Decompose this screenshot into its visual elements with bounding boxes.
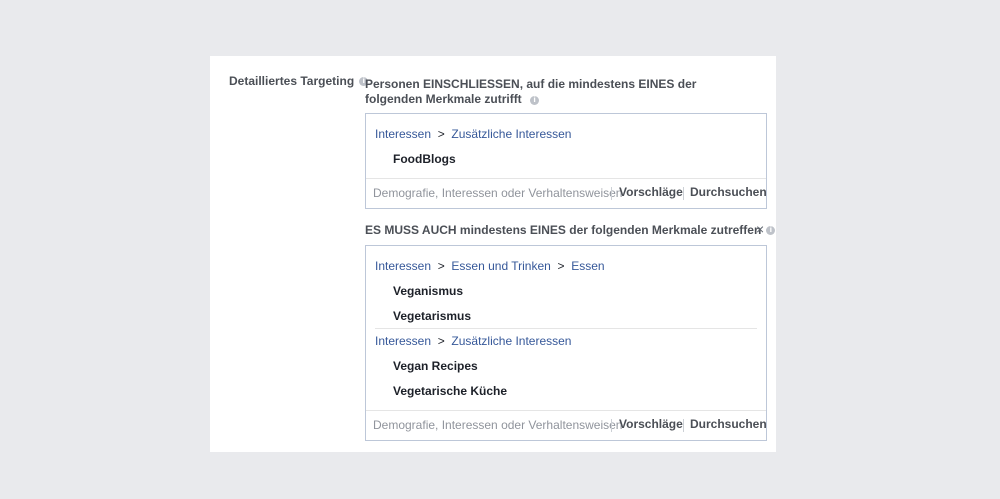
targeting-search-input[interactable]: Demografie, Interessen oder Verhaltenswe…	[373, 186, 622, 200]
targeting-search-input[interactable]: Demografie, Interessen oder Verhaltenswe…	[373, 418, 622, 432]
targeting-item[interactable]: Vegetarische Küche	[393, 384, 507, 398]
section-label: Detailliertes Targeting i	[229, 74, 369, 88]
section-label-text: Detailliertes Targeting	[229, 74, 355, 88]
narrow-title-text: ES MUSS AUCH mindestens EINES der folgen…	[365, 223, 762, 237]
suggestions-button[interactable]: Vorschläge	[619, 417, 683, 431]
path-separator: >	[434, 127, 449, 141]
targeting-item[interactable]: Vegan Recipes	[393, 359, 478, 373]
targeting-item[interactable]: FoodBlogs	[393, 152, 456, 166]
path-link[interactable]: Interessen	[375, 259, 431, 273]
info-icon[interactable]: i	[766, 225, 776, 235]
separator	[611, 419, 612, 432]
suggestions-button[interactable]: Vorschläge	[619, 185, 683, 199]
targeting-item[interactable]: Vegetarismus	[393, 309, 471, 323]
targeting-search-bar: Demografie, Interessen oder Verhaltenswe…	[366, 410, 767, 440]
group-divider	[375, 328, 757, 329]
include-title: Personen EINSCHLIESSEN, auf die mindeste…	[365, 77, 735, 107]
targeting-search-bar: Demografie, Interessen oder Verhaltenswe…	[366, 178, 767, 208]
category-path: Interessen > Essen und Trinken > Essen	[375, 259, 605, 273]
separator	[683, 187, 684, 200]
narrow-audience-title: ES MUSS AUCH mindestens EINES der folgen…	[365, 223, 776, 237]
path-separator: >	[434, 259, 449, 273]
browse-button[interactable]: Durchsuchen	[690, 417, 767, 431]
separator	[611, 187, 612, 200]
detailed-targeting-card: Detailliertes Targeting i Personen EINSC…	[210, 56, 776, 452]
targeting-item[interactable]: Veganismus	[393, 284, 463, 298]
path-link[interactable]: Interessen	[375, 127, 431, 141]
path-separator: >	[434, 334, 449, 348]
path-link[interactable]: Essen und Trinken	[451, 259, 550, 273]
path-link[interactable]: Essen	[571, 259, 604, 273]
path-link[interactable]: Zusätzliche Interessen	[451, 127, 571, 141]
path-link[interactable]: Interessen	[375, 334, 431, 348]
category-path: Interessen > Zusätzliche Interessen	[375, 127, 571, 141]
close-icon[interactable]: ×	[756, 221, 764, 237]
narrow-targeting-box: Interessen > Essen und Trinken > Essen V…	[365, 245, 767, 441]
browse-button[interactable]: Durchsuchen	[690, 185, 767, 199]
path-link[interactable]: Zusätzliche Interessen	[451, 334, 571, 348]
info-icon[interactable]: i	[530, 96, 540, 105]
separator	[683, 419, 684, 432]
include-targeting-box: Interessen > Zusätzliche Interessen Food…	[365, 113, 767, 209]
category-path: Interessen > Zusätzliche Interessen	[375, 334, 571, 348]
path-separator: >	[554, 259, 568, 273]
